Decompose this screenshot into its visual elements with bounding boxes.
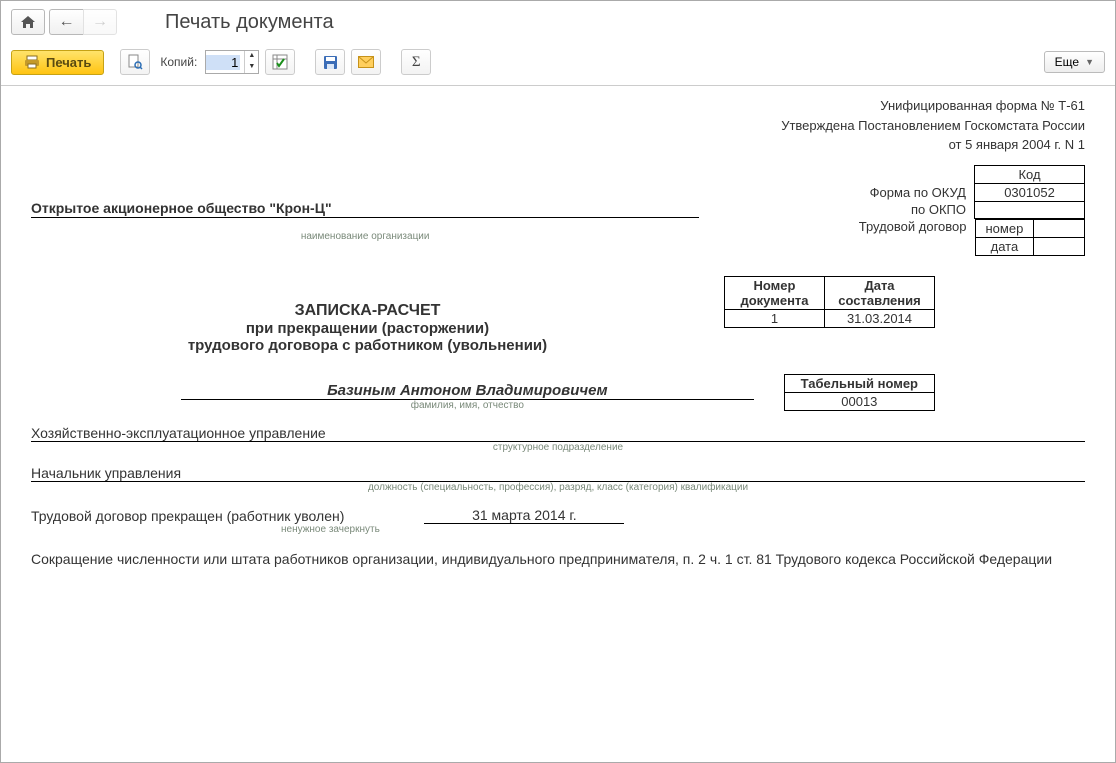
tabnum-value: 00013 — [784, 392, 934, 410]
doc-title-1: ЗАПИСКА-РАСЧЕТ — [31, 302, 724, 320]
doc-num-header: Номер документа — [725, 276, 825, 309]
printer-icon — [24, 55, 40, 69]
tabnum-header: Табельный номер — [784, 374, 934, 392]
more-button[interactable]: Еще ▼ — [1044, 51, 1105, 73]
doc-title-2: при прекращении (расторжении) — [31, 320, 724, 337]
department-value: Хозяйственно-эксплуатационное управление — [31, 425, 1085, 442]
date-label: дата — [975, 237, 1034, 255]
doc-date-value: 31.03.2014 — [825, 309, 935, 327]
copies-field[interactable]: ▲ ▼ — [205, 50, 259, 74]
copies-input[interactable] — [206, 55, 240, 70]
sum-button[interactable]: Σ — [401, 49, 431, 75]
fio-caption: фамилия, имя, отчество — [181, 400, 754, 411]
contract-label: Трудовой договор — [859, 219, 967, 234]
org-codes-block: Код Открытое акционерное общество "Крон-… — [31, 165, 1085, 256]
sigma-icon: Σ — [412, 54, 421, 71]
document-area: Унифицированная форма № Т-61 Утверждена … — [1, 86, 1115, 752]
diskette-icon — [323, 55, 338, 70]
more-button-label: Еще — [1055, 55, 1079, 69]
spinner-up[interactable]: ▲ — [244, 51, 258, 62]
copies-label: Копий: — [160, 55, 197, 69]
approval-line3: от 5 января 2004 г. N 1 — [31, 135, 1085, 155]
org-name: Открытое акционерное общество "Крон-Ц" — [31, 200, 699, 218]
tabnum-table: Табельный номер 00013 — [784, 374, 935, 411]
print-button[interactable]: Печать — [11, 50, 104, 75]
chevron-down-icon: ▼ — [1085, 57, 1094, 67]
app-window: ← → Печать документа Печать Копий: ▲ ▼ — [0, 0, 1116, 763]
date-value — [1034, 237, 1084, 255]
number-value — [1034, 219, 1084, 237]
back-button[interactable]: ← — [49, 9, 83, 35]
termination-date: 31 марта 2014 г. — [424, 507, 624, 524]
doc-date-header: Дата составления — [825, 276, 935, 309]
okud-label: Форма по ОКУД — [699, 183, 974, 201]
arrow-left-icon: ← — [59, 13, 75, 31]
spinner-down[interactable]: ▼ — [244, 62, 258, 73]
toolbar: Печать Копий: ▲ ▼ Σ Еще ▼ — [1, 43, 1115, 86]
table-check-icon — [272, 54, 288, 70]
approval-line2: Утверждена Постановлением Госкомстата Ро… — [31, 116, 1085, 136]
org-caption: наименование организации — [31, 231, 699, 242]
settings-button[interactable] — [265, 49, 295, 75]
okpo-label: по ОКПО — [699, 201, 974, 218]
position-caption: должность (специальность, профессия), ра… — [31, 482, 1085, 493]
home-button[interactable] — [11, 9, 45, 35]
code-header: Код — [975, 165, 1085, 183]
doc-number-table: Номер документа Дата составления 1 31.03… — [724, 276, 935, 328]
page-magnifier-icon — [127, 54, 143, 70]
forward-button[interactable]: → — [83, 9, 117, 35]
print-button-label: Печать — [46, 55, 91, 70]
number-label: номер — [975, 219, 1034, 237]
termination-caption: ненужное зачеркнуть — [31, 524, 1085, 535]
preview-button[interactable] — [120, 49, 150, 75]
form-approval-block: Унифицированная форма № Т-61 Утверждена … — [31, 96, 1085, 155]
save-button[interactable] — [315, 49, 345, 75]
mail-button[interactable] — [351, 49, 381, 75]
arrow-right-icon: → — [92, 13, 108, 31]
department-caption: структурное подразделение — [31, 442, 1085, 453]
header-bar: ← → Печать документа — [1, 1, 1115, 43]
termination-label: Трудовой договор прекращен (работник уво… — [31, 508, 344, 524]
okud-value: 0301052 — [975, 183, 1085, 201]
reason-text: Сокращение численности или штата работни… — [31, 549, 1085, 570]
doc-title-3: трудового договора с работником (увольне… — [31, 337, 724, 354]
approval-line1: Унифицированная форма № Т-61 — [31, 96, 1085, 116]
employee-name: Базиным Антоном Владимировичем — [181, 382, 754, 400]
page-title: Печать документа — [165, 11, 334, 34]
home-icon — [20, 15, 36, 29]
okpo-value — [975, 201, 1085, 218]
position-value: Начальник управления — [31, 465, 1085, 482]
doc-num-value: 1 — [725, 309, 825, 327]
envelope-icon — [358, 56, 374, 68]
